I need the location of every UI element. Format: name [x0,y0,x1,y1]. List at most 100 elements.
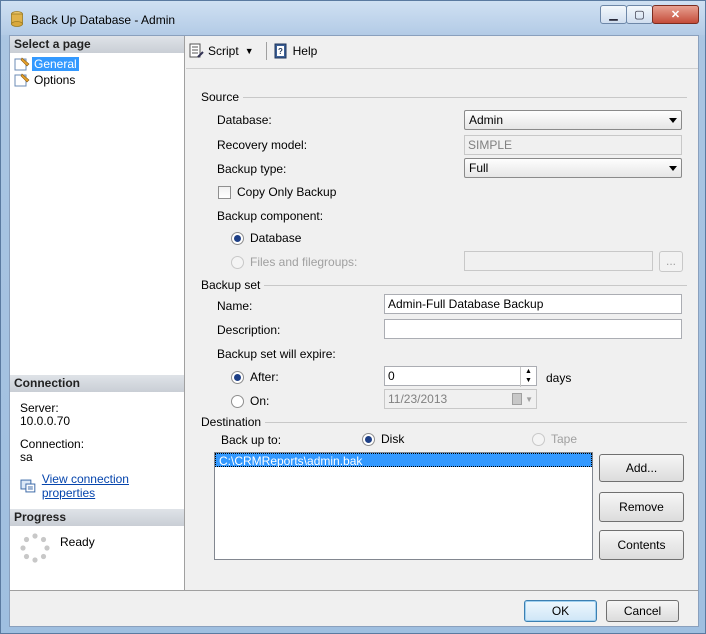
script-label: Script [208,44,239,58]
tape-row: Tape [532,432,577,446]
source-title: Source [201,90,244,104]
page-item-general[interactable]: General [14,56,79,72]
maximize-icon: ▢ [634,9,645,21]
view-connection-properties-link[interactable]: View connection properties [42,472,184,500]
add-button-label: Add... [625,461,658,475]
source-section: Source [201,90,687,104]
expire-on-row: On: [231,394,269,408]
dialog-window: Back Up Database - Admin ▁ ▢ ✕ Select a … [0,0,706,634]
minimize-icon: ▁ [609,9,618,21]
spin-down-icon[interactable]: ▼ [521,376,536,385]
chevron-down-icon: ▼ [244,46,254,56]
close-button[interactable]: ✕ [652,5,699,24]
page-wrench-icon [14,57,30,71]
tape-label[interactable]: Tape [551,432,577,446]
disk-label[interactable]: Disk [381,432,404,446]
backup-set-section: Backup set [201,278,687,292]
close-icon: ✕ [670,9,681,21]
expire-after-row: After: [231,370,279,384]
expire-on-radio[interactable] [231,394,244,408]
recovery-model-value: SIMPLE [468,138,513,152]
cancel-button-label: Cancel [623,604,662,618]
disk-row: Disk [362,432,404,446]
database-label: Database: [217,113,272,127]
toolbar-separator [265,42,267,60]
remove-button-label: Remove [619,500,664,514]
calendar-icon [512,393,522,405]
expire-days-input[interactable]: 0 ▲ ▼ [384,366,537,387]
script-dropdown-button[interactable]: ▼ [245,46,254,56]
chevron-down-icon [669,118,677,123]
chevron-down-icon: ▼ [525,395,533,404]
window-title: Back Up Database - Admin [31,13,176,27]
page-item-label: Options [34,73,76,87]
expire-date-picker[interactable]: 11/23/2013 ▼ [384,389,537,409]
server-value: 10.0.0.70 [20,414,71,428]
expire-label: Backup set will expire: [217,347,336,361]
component-files-label[interactable]: Files and filegroups: [250,255,357,269]
minimize-button[interactable]: ▁ [600,5,627,24]
remove-destination-button[interactable]: Remove [599,492,684,522]
help-button[interactable]: ? Help [273,43,318,59]
disk-radio[interactable] [362,432,375,446]
page-item-options[interactable]: Options [14,72,79,88]
expire-on-label[interactable]: On: [250,394,269,408]
backup-to-label: Back up to: [221,433,282,447]
copy-only-backup-checkbox[interactable] [218,185,231,199]
title-bar[interactable]: Back Up Database - Admin ▁ ▢ ✕ [1,1,705,35]
ok-button-label: OK [551,604,570,618]
destination-list[interactable]: C:\CRMReports\admin.bak [214,452,593,560]
cancel-button[interactable]: Cancel [606,600,679,622]
expire-date-value: 11/23/2013 [388,392,448,406]
toolbar: Script ▼ ? Help [188,42,323,60]
connection-value: sa [20,450,33,464]
svg-text:?: ? [278,47,283,56]
backup-component-label: Backup component: [217,209,324,223]
component-database-radio[interactable] [231,231,244,245]
select-page-header: Select a page [10,36,184,53]
help-label: Help [292,44,318,58]
view-connection-row: View connection properties [20,472,184,500]
help-book-icon: ? [274,43,287,59]
backup-type-select[interactable]: Full [464,158,682,178]
description-label: Description: [217,323,281,337]
backup-set-title: Backup set [201,278,265,292]
recovery-model-field: SIMPLE [464,135,682,155]
footer-divider [10,590,698,591]
copy-only-backup-row: Copy Only Backup [218,185,336,199]
name-label: Name: [217,299,253,313]
destination-list-item[interactable]: C:\CRMReports\admin.bak [215,453,592,468]
expire-days-value: 0 [388,369,395,383]
destination-section: Destination [201,415,687,429]
chevron-down-icon [669,166,677,171]
name-input[interactable]: Admin-Full Database Backup [384,294,682,314]
database-select[interactable]: Admin [464,110,682,130]
add-destination-button[interactable]: Add... [599,454,684,482]
dialog-client: Select a page General Options Connection… [9,35,699,627]
tape-radio[interactable] [532,432,545,446]
progress-spinner-icon [20,533,50,563]
description-input[interactable] [384,319,682,339]
component-database-row: Database [231,231,301,245]
contents-button-label: Contents [617,538,666,552]
left-pane: Select a page General Options Connection… [10,36,185,590]
browse-filegroups-button[interactable]: ... [659,251,683,272]
backup-type-value: Full [469,161,489,175]
connection-header: Connection [10,375,184,392]
contents-button[interactable]: Contents [599,530,684,560]
script-icon [189,43,204,58]
progress-header: Progress [10,509,184,526]
database-value: Admin [469,113,504,127]
expire-after-radio[interactable] [231,370,244,384]
browse-button-label: ... [665,254,676,268]
expire-after-label[interactable]: After: [250,370,279,384]
copy-only-backup-label[interactable]: Copy Only Backup [237,185,336,199]
component-database-label[interactable]: Database [250,231,301,245]
days-spinner[interactable]: ▲ ▼ [520,367,536,387]
ok-button[interactable]: OK [524,600,597,622]
component-files-radio[interactable] [231,255,244,269]
name-input-value: Admin-Full Database Backup [388,297,544,311]
maximize-button[interactable]: ▢ [626,5,653,24]
script-button[interactable]: Script [188,43,239,59]
progress-status: Ready [60,535,95,549]
